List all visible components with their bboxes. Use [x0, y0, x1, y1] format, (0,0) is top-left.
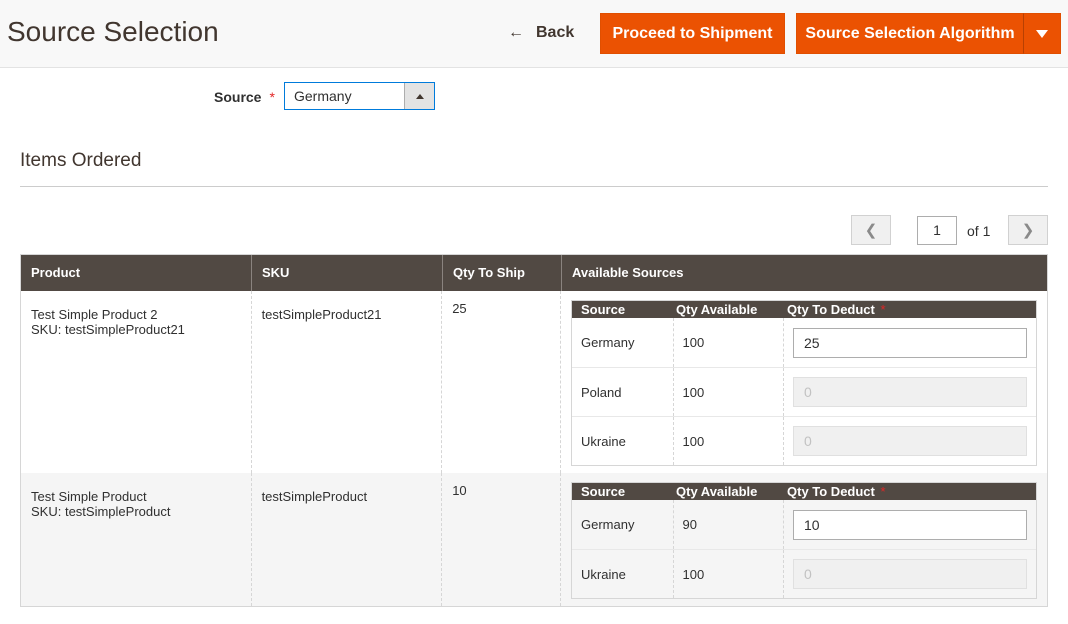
column-header-qty-to-ship: Qty To Ship: [443, 255, 562, 291]
table-row: Test Simple Product SKU: testSimpleProdu…: [21, 473, 1047, 606]
source-name: Ukraine: [572, 550, 674, 598]
qty-available: 100: [674, 368, 784, 416]
qty-to-deduct-wrapper: 0: [784, 417, 1036, 465]
back-button[interactable]: ← Back: [508, 20, 574, 46]
source-row: Germany 100 25: [572, 318, 1036, 367]
qty-to-deduct-wrapper: 0: [784, 368, 1036, 416]
sources-table-header: Source Qty Available Qty To Deduct *: [572, 301, 1036, 318]
column-header-product: Product: [21, 255, 252, 291]
items-ordered-title: Items Ordered: [20, 150, 142, 171]
pager-prev-button[interactable]: ❮: [851, 215, 891, 245]
table-row: Test Simple Product 2 SKU: testSimplePro…: [21, 291, 1047, 473]
qty-to-deduct-input: 0: [793, 426, 1027, 456]
pager-page-input[interactable]: 1: [917, 216, 957, 245]
section-divider: [20, 186, 1048, 187]
select-arrow[interactable]: [404, 83, 434, 109]
grid-header: Product SKU Qty To Ship Available Source…: [21, 255, 1047, 291]
column-header-available-sources: Available Sources: [572, 265, 684, 280]
caret-up-icon: [415, 93, 424, 99]
caret-down-icon: [1036, 29, 1048, 38]
page-title: Source Selection: [7, 16, 219, 47]
chevron-left-icon: ❮: [864, 222, 878, 239]
product-cell: Test Simple Product 2 SKU: testSimplePro…: [21, 291, 252, 473]
sources-header-qty-available: Qty Available: [676, 302, 758, 317]
available-sources-cell: Source Qty Available Qty To Deduct * Ger…: [561, 473, 1047, 606]
proceed-to-shipment-button[interactable]: Proceed to Shipment: [600, 13, 785, 54]
qty-to-deduct-input: 0: [793, 377, 1027, 407]
sources-header-qty-to-deduct: Qty To Deduct *: [787, 484, 886, 499]
product-name: Test Simple Product: [31, 489, 147, 504]
available-sources-cell: Source Qty Available Qty To Deduct * Ger…: [561, 291, 1047, 473]
source-name: Ukraine: [572, 417, 674, 465]
page-header: Source Selection ← Back Proceed to Shipm…: [0, 0, 1068, 68]
source-name: Germany: [572, 318, 674, 367]
sku-cell: testSimpleProduct: [252, 473, 443, 606]
qty-available: 100: [674, 318, 784, 367]
product-sku: SKU: testSimpleProduct: [31, 504, 171, 519]
source-row: Germany 90 10: [572, 500, 1036, 549]
qty-to-ship-cell: 25: [442, 291, 561, 473]
chevron-right-icon: ❯: [1021, 222, 1035, 239]
required-star: *: [880, 302, 886, 317]
sources-header-qty-available: Qty Available: [676, 484, 758, 499]
qty-to-deduct-input: 0: [793, 559, 1027, 589]
qty-available: 100: [674, 550, 784, 598]
sources-header-source: Source: [581, 484, 626, 499]
product-cell: Test Simple Product SKU: testSimpleProdu…: [21, 473, 252, 606]
source-select[interactable]: Germany: [284, 82, 435, 110]
qty-to-deduct-wrapper: 10: [784, 500, 1036, 549]
items-grid: Product SKU Qty To Ship Available Source…: [20, 254, 1048, 607]
product-sku: SKU: testSimpleProduct21: [31, 322, 185, 337]
qty-to-deduct-wrapper: 0: [784, 550, 1036, 598]
sources-header-qty-to-deduct: Qty To Deduct *: [787, 302, 886, 317]
sources-header-source: Source: [581, 302, 626, 317]
source-row: Poland 100 0: [572, 367, 1036, 416]
qty-to-deduct-input[interactable]: 10: [793, 509, 1027, 540]
qty-to-ship-cell: 10: [442, 473, 561, 606]
sources-table: Source Qty Available Qty To Deduct * Ger…: [571, 482, 1037, 599]
source-field-label: Source *: [214, 89, 275, 105]
qty-to-deduct-wrapper: 25: [784, 318, 1036, 367]
source-row: Ukraine 100 0: [572, 416, 1036, 465]
column-header-sku: SKU: [252, 255, 443, 291]
pager-next-button[interactable]: ❯: [1008, 215, 1048, 245]
source-selection-algorithm-button[interactable]: Source Selection Algorithm: [796, 13, 1024, 54]
sources-table: Source Qty Available Qty To Deduct * Ger…: [571, 300, 1037, 466]
required-star: *: [880, 484, 886, 499]
qty-available: 90: [674, 500, 784, 549]
product-name: Test Simple Product 2: [31, 307, 158, 322]
back-button-label: Back: [536, 24, 575, 41]
qty-available: 100: [674, 417, 784, 465]
source-name: Germany: [572, 500, 674, 549]
sources-table-header: Source Qty Available Qty To Deduct *: [572, 483, 1036, 500]
source-name: Poland: [572, 368, 674, 416]
arrow-left-icon: ←: [508, 24, 524, 41]
algorithm-dropdown-toggle[interactable]: [1023, 13, 1061, 54]
source-row: Ukraine 100 0: [572, 549, 1036, 598]
source-select-value: Germany: [294, 88, 352, 104]
required-star: *: [269, 89, 275, 105]
sku-cell: testSimpleProduct21: [252, 291, 443, 473]
qty-to-deduct-input[interactable]: 25: [793, 327, 1027, 358]
pager-total: of 1: [967, 223, 991, 239]
